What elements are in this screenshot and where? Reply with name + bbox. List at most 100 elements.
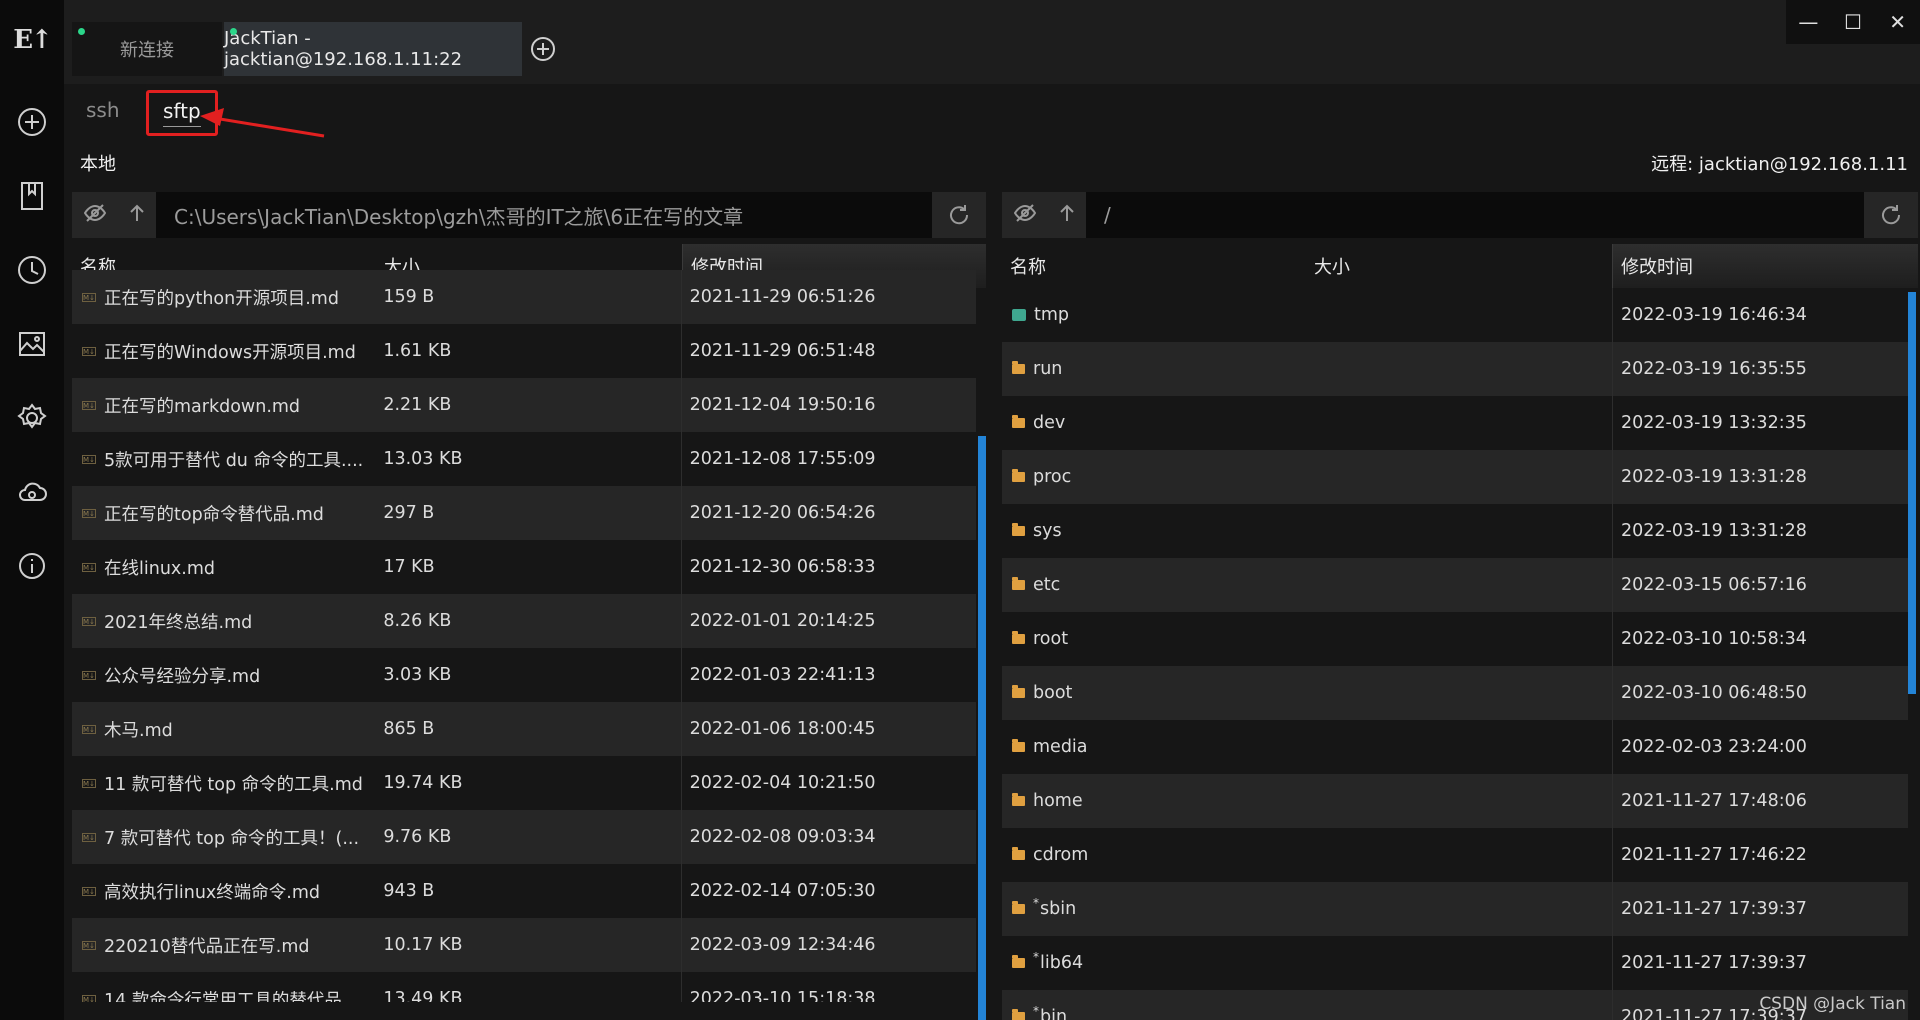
file-name-cell: M↓ 14 款命令行常用工具的替代品... [72, 972, 375, 1002]
table-row[interactable]: M↓ 14 款命令行常用工具的替代品... 13.49 KB 2022-03-10 1… [72, 972, 976, 1002]
file-mtime: 2022-01-01 20:14:25 [680, 594, 976, 648]
markdown-file-icon: M↓ [82, 508, 96, 518]
arrow-up-icon[interactable] [1059, 204, 1075, 226]
table-row[interactable]: root 2022-03-10 10:58:34 [1002, 612, 1908, 666]
table-row[interactable]: dev 2022-03-19 13:32:35 [1002, 396, 1908, 450]
table-row[interactable]: run 2022-03-19 16:35:55 [1002, 342, 1908, 396]
remote-path-bar: / [1002, 192, 1918, 238]
eye-off-icon[interactable] [1013, 204, 1036, 226]
close-button[interactable]: ✕ [1875, 0, 1920, 44]
file-name-cell: M↓ 正在写的top命令替代品.md [72, 486, 375, 540]
table-row[interactable]: boot 2022-03-10 06:48:50 [1002, 666, 1908, 720]
file-name-cell: * bin [1002, 990, 1306, 1020]
table-row[interactable]: * sbin 2021-11-27 17:39:37 [1002, 882, 1908, 936]
column-header-size[interactable]: 大小 [1306, 244, 1612, 288]
symlink-marker: * [1033, 950, 1039, 964]
minimize-button[interactable]: — [1786, 0, 1831, 44]
file-name: bin [1040, 1007, 1068, 1020]
remote-scrollbar[interactable] [1908, 292, 1916, 694]
table-row[interactable]: M↓ 在线linux.md 17 KB 2021-12-30 06:58:33 [72, 540, 976, 594]
file-size [1306, 990, 1612, 1020]
table-row[interactable]: M↓ 正在写的python开源项目.md 159 B 2021-11-29 06:51… [72, 270, 976, 324]
tab-session[interactable]: JackTian - jacktian@192.168.1.11:22 [224, 22, 522, 76]
arrow-up-icon[interactable] [129, 204, 145, 226]
file-name: media [1033, 737, 1088, 757]
eye-off-icon[interactable] [83, 204, 106, 226]
file-name: root [1033, 629, 1069, 649]
cloud-icon[interactable] [14, 474, 50, 510]
table-row[interactable]: proc 2022-03-19 13:31:28 [1002, 450, 1908, 504]
file-name: boot [1033, 683, 1073, 703]
file-name-cell: M↓ 11 款可替代 top 命令的工具.md [72, 756, 375, 810]
tab-ssh[interactable]: ssh [86, 98, 120, 122]
file-name-cell: M↓ 公众号经验分享.md [72, 648, 375, 702]
table-row[interactable]: M↓ 5款可用于替代 du 命令的工具.... 13.03 KB 2021-12-08… [72, 432, 976, 486]
file-size [1306, 774, 1612, 828]
watermark: CSDN @Jack Tian [1759, 994, 1906, 1014]
table-row[interactable]: sys 2022-03-19 13:31:28 [1002, 504, 1908, 558]
tab-label: JackTian - jacktian@192.168.1.11:22 [224, 28, 463, 70]
table-row[interactable]: cdrom 2021-11-27 17:46:22 [1002, 828, 1908, 882]
file-size: 19.74 KB [383, 773, 463, 793]
file-name-cell: M↓ 正在写的Windows开源项目.md [72, 324, 375, 378]
table-row[interactable]: etc 2022-03-15 06:57:16 [1002, 558, 1908, 612]
tab-new-connection[interactable]: 新连接 [72, 22, 222, 76]
file-name: 2021年终总结.md [104, 612, 253, 633]
table-row[interactable]: M↓ 7 款可替代 top 命令的工具！(... 9.76 KB 2022-02-08… [72, 810, 976, 864]
file-size: 3.03 KB [383, 665, 452, 685]
file-name-cell: M↓ 220210替代品正在写.md [72, 918, 375, 972]
column-header-mtime[interactable]: 修改时间 [1612, 244, 1918, 288]
add-tab-icon[interactable] [530, 36, 556, 62]
file-name: proc [1033, 467, 1072, 487]
table-row[interactable]: M↓ 220210替代品正在写.md 10.17 KB 2022-03-09 12:3… [72, 918, 976, 972]
bookmark-icon[interactable] [14, 178, 50, 214]
red-arrow-annotation [200, 108, 325, 138]
history-icon[interactable] [14, 252, 50, 288]
file-name-cell: M↓ 高效执行linux终端命令.md [72, 864, 375, 918]
table-row[interactable]: M↓ 公众号经验分享.md 3.03 KB 2022-01-03 22:41:13 [72, 648, 976, 702]
remote-path-input[interactable]: / [1086, 192, 1864, 238]
table-row[interactable]: M↓ 正在写的top命令替代品.md 297 B 2021-12-20 06:54:2… [72, 486, 976, 540]
refresh-icon[interactable] [1864, 192, 1918, 238]
table-row[interactable]: M↓ 正在写的Windows开源项目.md 1.61 KB 2021-11-29 06… [72, 324, 976, 378]
file-size: 297 B [383, 503, 435, 523]
markdown-file-icon: M↓ [82, 940, 96, 950]
file-name-cell: tmp [1002, 288, 1306, 342]
remote-pane-title: 远程: jacktian@192.168.1.11 [1651, 154, 1908, 175]
add-icon[interactable] [14, 104, 50, 140]
file-size [1306, 288, 1612, 342]
file-name: home [1033, 791, 1083, 811]
column-header-name[interactable]: 名称 [1002, 244, 1306, 288]
file-mtime: 2021-11-27 17:46:22 [1612, 828, 1908, 882]
gear-icon[interactable] [14, 400, 50, 436]
file-size: 10.17 KB [383, 935, 463, 955]
table-row[interactable]: tmp 2022-03-19 16:46:34 [1002, 288, 1908, 342]
table-row[interactable]: M↓ 11 款可替代 top 命令的工具.md 19.74 KB 2022-02-04… [72, 756, 976, 810]
file-mtime: 2022-02-14 07:05:30 [680, 864, 976, 918]
local-scrollbar[interactable] [978, 436, 986, 1020]
table-row[interactable]: media 2022-02-03 23:24:00 [1002, 720, 1908, 774]
file-name-cell: sys [1002, 504, 1306, 558]
table-row[interactable]: M↓ 高效执行linux终端命令.md 943 B 2022-02-14 07:05:… [72, 864, 976, 918]
file-name: 正在写的python开源项目.md [104, 288, 339, 309]
file-size: 13.49 KB [383, 989, 463, 1002]
local-pane-title: 本地 [80, 154, 116, 175]
markdown-file-icon: M↓ [82, 616, 96, 626]
local-path-input[interactable]: C:\Users\JackTian\Desktop\gzh\杰哥的IT之旅\6正… [156, 192, 932, 238]
file-size [1306, 666, 1612, 720]
table-row[interactable]: M↓ 正在写的markdown.md 2.21 KB 2021-12-04 19:50… [72, 378, 976, 432]
table-row[interactable]: M↓ 木马.md 865 B 2022-01-06 18:00:45 [72, 702, 976, 756]
mode-tabs: ssh sftp [64, 84, 1920, 148]
file-name: 220210替代品正在写.md [104, 936, 310, 957]
refresh-icon[interactable] [932, 192, 986, 238]
file-name: 高效执行linux终端命令.md [104, 882, 320, 903]
file-mtime: 2021-11-27 17:39:37 [1612, 882, 1908, 936]
image-icon[interactable] [14, 326, 50, 362]
file-name-cell: etc [1002, 558, 1306, 612]
table-row[interactable]: home 2021-11-27 17:48:06 [1002, 774, 1908, 828]
maximize-button[interactable]: ☐ [1831, 0, 1876, 44]
table-row[interactable]: M↓ 2021年终总结.md 8.26 KB 2022-01-01 20:14:25 [72, 594, 976, 648]
table-row[interactable]: * lib64 2021-11-27 17:39:37 [1002, 936, 1908, 990]
markdown-file-icon: M↓ [82, 400, 96, 410]
info-icon[interactable] [14, 548, 50, 584]
